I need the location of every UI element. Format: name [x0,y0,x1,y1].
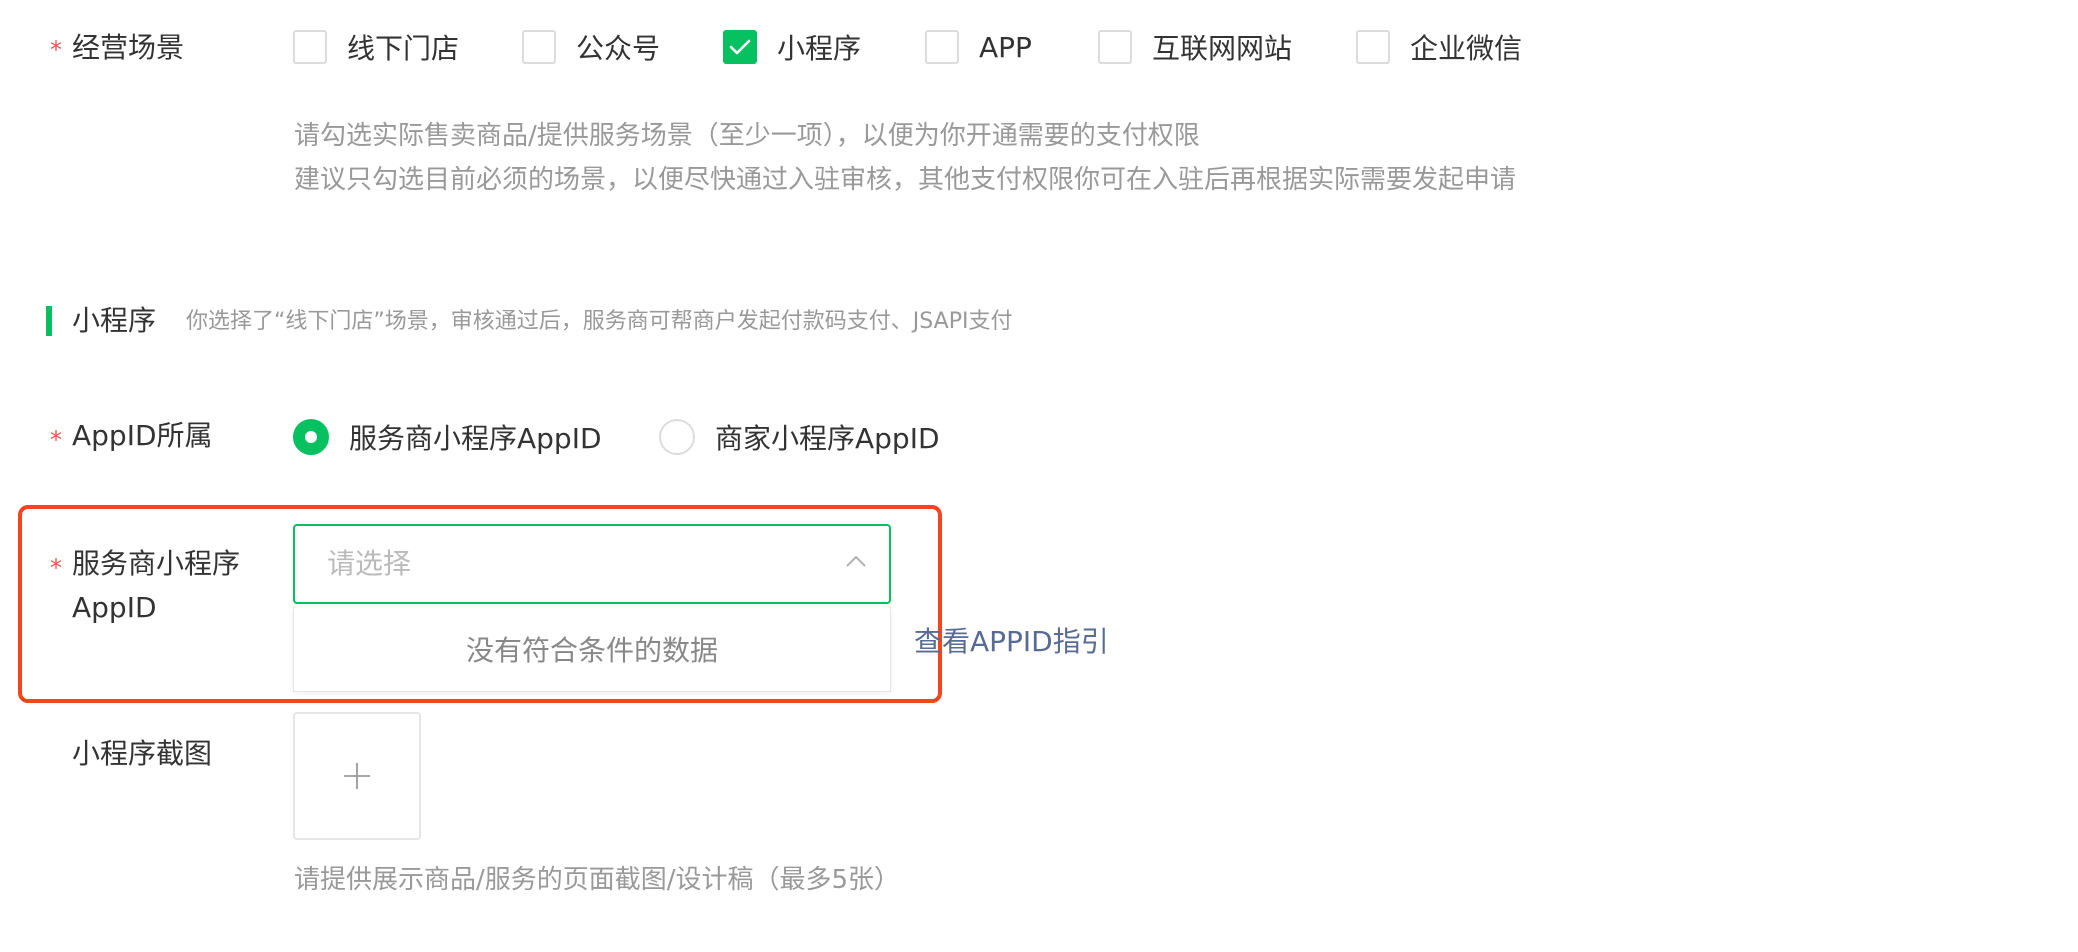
check-icon [729,39,751,55]
section-title: 小程序 [72,304,157,337]
appid-owner-label: AppID所属 [72,419,213,452]
select-dropdown: 没有符合条件的数据 [293,606,891,692]
appid-guide-link[interactable]: 查看APPID指引 [914,620,1109,664]
checkbox-label: APP [979,30,1032,64]
checkbox-box[interactable] [522,30,556,64]
checkbox-label: 公众号 [576,32,661,65]
sp-appid-select[interactable]: 请选择 [293,524,891,604]
select-placeholder: 请选择 [327,547,412,580]
chevron-up-icon[interactable] [845,554,867,568]
required-mark: * [50,426,62,454]
radio-sp-appid[interactable]: 服务商小程序AppID [293,418,602,456]
screenshot-label: 小程序截图 [72,737,213,770]
sp-appid-label-line1: 服务商小程序 [72,547,241,580]
checkbox-wecom[interactable]: 企业微信 [1356,29,1522,65]
checkbox-label: 互联网网站 [1152,32,1293,65]
business-scene-hint-2: 建议只勾选目前必须的场景，以便尽快通过入驻审核，其他支付权限你可在入驻后再根据实… [294,165,1517,195]
checkbox-box[interactable] [925,30,959,64]
checkbox-label: 线下门店 [347,32,460,65]
checkbox-box[interactable] [1098,30,1132,64]
section-accent-bar [46,306,52,336]
checkbox-website[interactable]: 互联网网站 [1098,29,1292,65]
checkbox-mini-program[interactable]: 小程序 [723,29,861,65]
radio-merchant-appid[interactable]: 商家小程序AppID [659,418,940,456]
checkbox-offline-store[interactable]: 线下门店 [293,29,459,65]
checkbox-label: 小程序 [777,32,862,65]
required-mark: * [50,554,62,582]
radio-dot [305,431,317,443]
checkbox-box-checked[interactable] [723,30,757,64]
required-mark: * [50,36,62,64]
checkbox-app[interactable]: APP [925,29,1032,65]
radio-label: 商家小程序AppID [715,422,940,455]
dropdown-empty-text: 没有符合条件的数据 [465,633,718,667]
checkbox-box[interactable] [293,30,327,64]
checkbox-official-account[interactable]: 公众号 [522,29,660,65]
radio-label: 服务商小程序AppID [349,422,602,455]
sp-appid-label-line2: AppID [72,591,157,624]
radio-button-selected[interactable] [293,419,329,455]
plus-icon [344,763,370,789]
business-scene-label: 经营场景 [72,31,185,64]
checkbox-label: 企业微信 [1410,32,1523,65]
business-scene-hint-1: 请勾选实际售卖商品/提供服务场景（至少一项），以便为你开通需要的支付权限 [294,121,1200,151]
section-description: 你选择了“线下门店”场景，审核通过后，服务商可帮商户发起付款码支付、JSAPI支… [186,309,1013,334]
upload-screenshot-button[interactable] [293,712,421,840]
screenshot-hint: 请提供展示商品/服务的页面截图/设计稿（最多5张） [294,865,901,895]
checkbox-box[interactable] [1356,30,1390,64]
radio-button[interactable] [659,419,695,455]
